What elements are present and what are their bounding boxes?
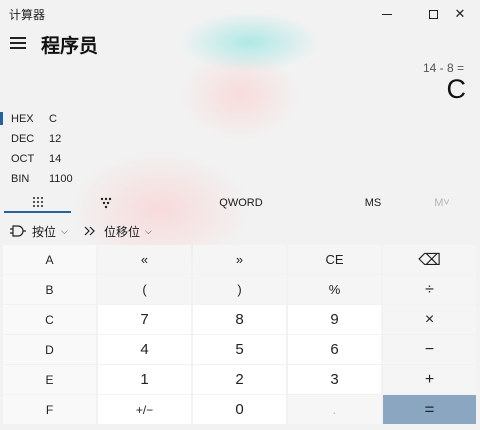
key-shift-right[interactable]: » [193,245,286,274]
radix-value: 1100 [49,173,73,185]
bitshift-icon [84,226,95,236]
key-modulo[interactable]: % [288,275,381,304]
chevron-down-icon: ⌵ [61,225,68,236]
radix-dec[interactable]: DEC 12 [0,129,200,149]
key-negate[interactable]: +/− [98,395,191,424]
key-hex-a[interactable]: A [3,245,96,274]
key-hex-e[interactable]: E [3,365,96,394]
menu-icon[interactable] [10,37,26,49]
key-3[interactable]: 3 [288,365,381,394]
key-close-paren[interactable]: ) [193,275,286,304]
memory-store-button[interactable]: MS [340,192,406,213]
radix-value: C [49,113,57,125]
memory-list-button[interactable]: M˅ [420,192,464,213]
key-multiply[interactable]: × [383,305,476,334]
minimize-icon [382,13,392,15]
key-2[interactable]: 2 [193,365,286,394]
radix-value: 14 [49,153,62,165]
keypad-grid-icon [32,196,43,207]
backspace-icon[interactable]: ⌫ [383,245,476,274]
key-add[interactable]: + [383,365,476,394]
key-open-paren[interactable]: ( [98,275,191,304]
key-hex-c[interactable]: C [3,305,96,334]
radix-label: HEX [11,113,34,125]
close-button[interactable]: ✕ [440,0,480,28]
key-8[interactable]: 8 [193,305,286,334]
bitwise-label: 按位 [32,224,57,239]
key-1[interactable]: 1 [98,365,191,394]
key-shift-left[interactable]: « [98,245,191,274]
key-5[interactable]: 5 [193,335,286,364]
key-hex-b[interactable]: B [3,275,96,304]
key-hex-f[interactable]: F [3,395,96,424]
key-hex-d[interactable]: D [3,335,96,364]
mode-title: 程序员 [41,36,99,57]
key-subtract[interactable]: − [383,335,476,364]
key-4[interactable]: 4 [98,335,191,364]
radix-label: BIN [11,173,30,185]
radix-value: 12 [49,133,62,145]
tab-bit-toggle[interactable] [70,192,142,213]
bitwise-dropdown[interactable]: 按位 ⌵ [10,221,68,241]
radix-label: DEC [11,133,35,145]
radix-oct[interactable]: OCT 14 [0,149,200,169]
minimize-button[interactable] [364,0,410,28]
chevron-down-icon: ⌵ [145,225,152,236]
close-icon: ✕ [454,6,466,21]
expression-display: 14 - 8 = [422,61,464,75]
bitshift-label: 位移位 [104,224,141,239]
result-display: C [446,74,467,104]
radix-hex[interactable]: HEX C [0,109,200,129]
key-9[interactable]: 9 [288,305,381,334]
key-decimal[interactable]: . [288,395,381,424]
word-size-button[interactable]: QWORD [196,192,286,213]
bitshift-dropdown[interactable]: 位移位 ⌵ [84,221,152,241]
key-equals[interactable]: = [383,395,476,424]
key-6[interactable]: 6 [288,335,381,364]
app-title: 计算器 [9,8,46,22]
title-bar: 计算器 ✕ [0,0,480,28]
key-0[interactable]: 0 [193,395,286,424]
maximize-icon [428,9,438,19]
key-clear-entry[interactable]: CE [288,245,381,274]
radix-label: OCT [11,153,35,165]
bit-toggle-icon [100,197,112,208]
radix-bin[interactable]: BIN 1100 [0,169,200,189]
logic-gate-icon [10,225,26,237]
key-7[interactable]: 7 [98,305,191,334]
key-divide[interactable]: ÷ [383,275,476,304]
tab-full-keypad[interactable] [4,192,71,213]
